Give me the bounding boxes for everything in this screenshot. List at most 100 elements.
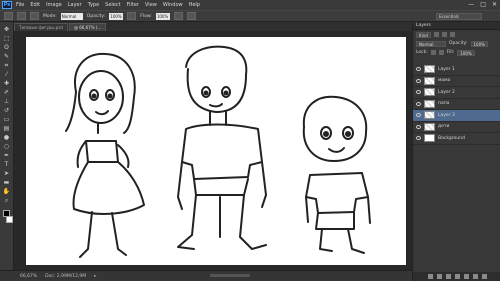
adjustment-layer-icon[interactable] <box>454 274 460 279</box>
layer-row[interactable]: мама <box>413 76 500 87</box>
pressure-size-icon[interactable] <box>186 12 196 20</box>
shape-tool-icon[interactable]: ▬ <box>2 179 11 186</box>
blur-tool-icon[interactable]: ● <box>2 134 11 141</box>
marquee-tool-icon[interactable]: ⬚ <box>2 35 11 42</box>
flow-field[interactable]: 100% <box>155 12 170 20</box>
link-layers-icon[interactable] <box>427 274 433 279</box>
brush-tool-icon[interactable]: ✐ <box>2 89 11 96</box>
layers-panel-footer <box>413 272 500 281</box>
quick-select-tool-icon[interactable]: ✎ <box>2 53 11 60</box>
brush-panel-toggle-icon[interactable] <box>30 12 39 20</box>
clone-stamp-tool-icon[interactable]: ⊥ <box>2 98 11 105</box>
menu-type[interactable]: Type <box>88 2 99 8</box>
menu-layer[interactable]: Layer <box>68 2 82 8</box>
doc-tab-1[interactable]: Типовые фигуры.psd <box>14 23 68 31</box>
menu-bar: Ps File Edit Image Layer Type Select Fil… <box>0 0 500 10</box>
history-brush-tool-icon[interactable]: ↺ <box>2 107 11 114</box>
workspace-select[interactable]: Essentials <box>436 13 482 20</box>
flow-label: Flow: <box>140 13 152 19</box>
background-color-swatch[interactable] <box>5 216 13 223</box>
visibility-eye-icon[interactable] <box>416 78 421 83</box>
horizontal-scrollbar[interactable] <box>210 274 250 277</box>
airbrush-icon[interactable] <box>173 12 183 20</box>
path-select-tool-icon[interactable]: ➤ <box>2 170 11 177</box>
visibility-eye-icon[interactable] <box>416 136 421 141</box>
visibility-eye-icon[interactable] <box>416 101 421 106</box>
type-tool-icon[interactable]: T <box>2 161 11 168</box>
layers-panel-title[interactable]: Layers <box>413 22 500 30</box>
zoom-level[interactable]: 66,67% <box>20 274 37 279</box>
layer-row-selected[interactable]: Layer 3 <box>413 110 500 122</box>
pen-tool-icon[interactable]: ✒ <box>2 152 11 159</box>
minimize-icon[interactable]: — <box>468 1 474 8</box>
opacity-field[interactable]: 100% <box>109 12 124 20</box>
brush-size-picker[interactable] <box>17 12 26 20</box>
new-layer-icon[interactable] <box>472 274 478 279</box>
menu-file[interactable]: File <box>16 2 24 8</box>
zoom-tool-icon[interactable]: ⌕ <box>2 197 11 204</box>
menu-window[interactable]: Window <box>163 2 183 8</box>
hand-tool-icon[interactable]: ✋ <box>2 188 11 195</box>
move-tool-icon[interactable]: ✥ <box>2 26 11 33</box>
layer-row[interactable]: Layer 2 <box>413 87 500 99</box>
brush-tool-preset-icon[interactable] <box>4 12 13 20</box>
girl-sketch <box>65 52 145 258</box>
visibility-eye-icon[interactable] <box>416 113 421 118</box>
layers-panel: Layers Kind Normal Opacity: 100% Lock: F… <box>412 22 500 281</box>
doc-tab-2[interactable]: @ 66,67% (... <box>68 23 107 31</box>
crop-tool-icon[interactable]: ⌗ <box>2 62 11 69</box>
close-icon[interactable]: ✕ <box>492 1 497 8</box>
blend-row: Normal Opacity: 100% <box>413 39 500 48</box>
mode-select[interactable]: Normal <box>60 12 83 20</box>
delete-layer-icon[interactable] <box>481 274 487 279</box>
document-canvas[interactable] <box>26 37 406 265</box>
opacity-label: Opacity: <box>86 13 106 19</box>
filter-type-icon[interactable] <box>449 32 455 37</box>
filter-adjust-icon[interactable] <box>441 32 447 37</box>
blend-mode-select[interactable]: Normal <box>416 40 446 47</box>
doc-info[interactable]: Doc: 2,99M/12,9M <box>45 274 86 279</box>
layer-row[interactable]: Background <box>413 133 500 145</box>
lock-position-icon[interactable] <box>438 50 444 55</box>
eraser-tool-icon[interactable]: ▭ <box>2 116 11 123</box>
menu-help[interactable]: Help <box>189 2 200 8</box>
layer-row[interactable]: дети <box>413 122 500 133</box>
filter-pixel-icon[interactable] <box>433 32 439 37</box>
gradient-tool-icon[interactable]: ▤ <box>2 125 11 132</box>
layer-thumbnail <box>424 99 435 108</box>
lock-pixels-icon[interactable] <box>430 50 436 55</box>
layer-thumbnail <box>424 111 435 120</box>
options-bar: Mode: Normal Opacity: 100% Flow: 100% Es… <box>0 10 500 22</box>
layer-opacity-field[interactable]: 100% <box>470 40 488 47</box>
lock-row: Lock: Fill: 100% <box>413 48 500 57</box>
fill-field[interactable]: 100% <box>457 49 475 56</box>
status-bar: 66,67% Doc: 2,99M/12,9M ▸ <box>0 270 412 281</box>
layer-mask-icon[interactable] <box>445 274 451 279</box>
eyedropper-tool-icon[interactable]: ⁄ <box>2 71 11 78</box>
visibility-eye-icon[interactable] <box>416 67 421 72</box>
menu-select[interactable]: Select <box>105 2 120 8</box>
canvas-area <box>14 31 412 270</box>
layer-row[interactable]: Layer 1 <box>413 64 500 76</box>
layer-row[interactable]: папа <box>413 99 500 110</box>
kind-filter-select[interactable]: Kind <box>416 31 431 38</box>
dodge-tool-icon[interactable]: ○ <box>2 143 11 150</box>
visibility-eye-icon[interactable] <box>416 90 421 95</box>
layer-thumbnail <box>424 76 435 85</box>
menu-filter[interactable]: Filter <box>127 2 139 8</box>
visibility-eye-icon[interactable] <box>416 124 421 129</box>
menu-view[interactable]: View <box>145 2 157 8</box>
healing-tool-icon[interactable]: ✚ <box>2 80 11 87</box>
window-controls: — □ ✕ <box>468 1 497 8</box>
new-group-icon[interactable] <box>463 274 469 279</box>
maximize-icon[interactable]: □ <box>480 1 486 8</box>
pressure-opacity-icon[interactable] <box>127 12 137 20</box>
layer-name: папа <box>438 101 450 107</box>
menu-image[interactable]: Image <box>46 2 62 8</box>
status-arrow-icon[interactable]: ▸ <box>94 274 96 279</box>
menu-edit[interactable]: Edit <box>30 2 40 8</box>
lasso-tool-icon[interactable]: ʘ <box>2 44 11 51</box>
layer-style-icon[interactable] <box>436 274 442 279</box>
layer-thumbnail <box>424 134 435 143</box>
layer-name: Background <box>438 135 465 141</box>
